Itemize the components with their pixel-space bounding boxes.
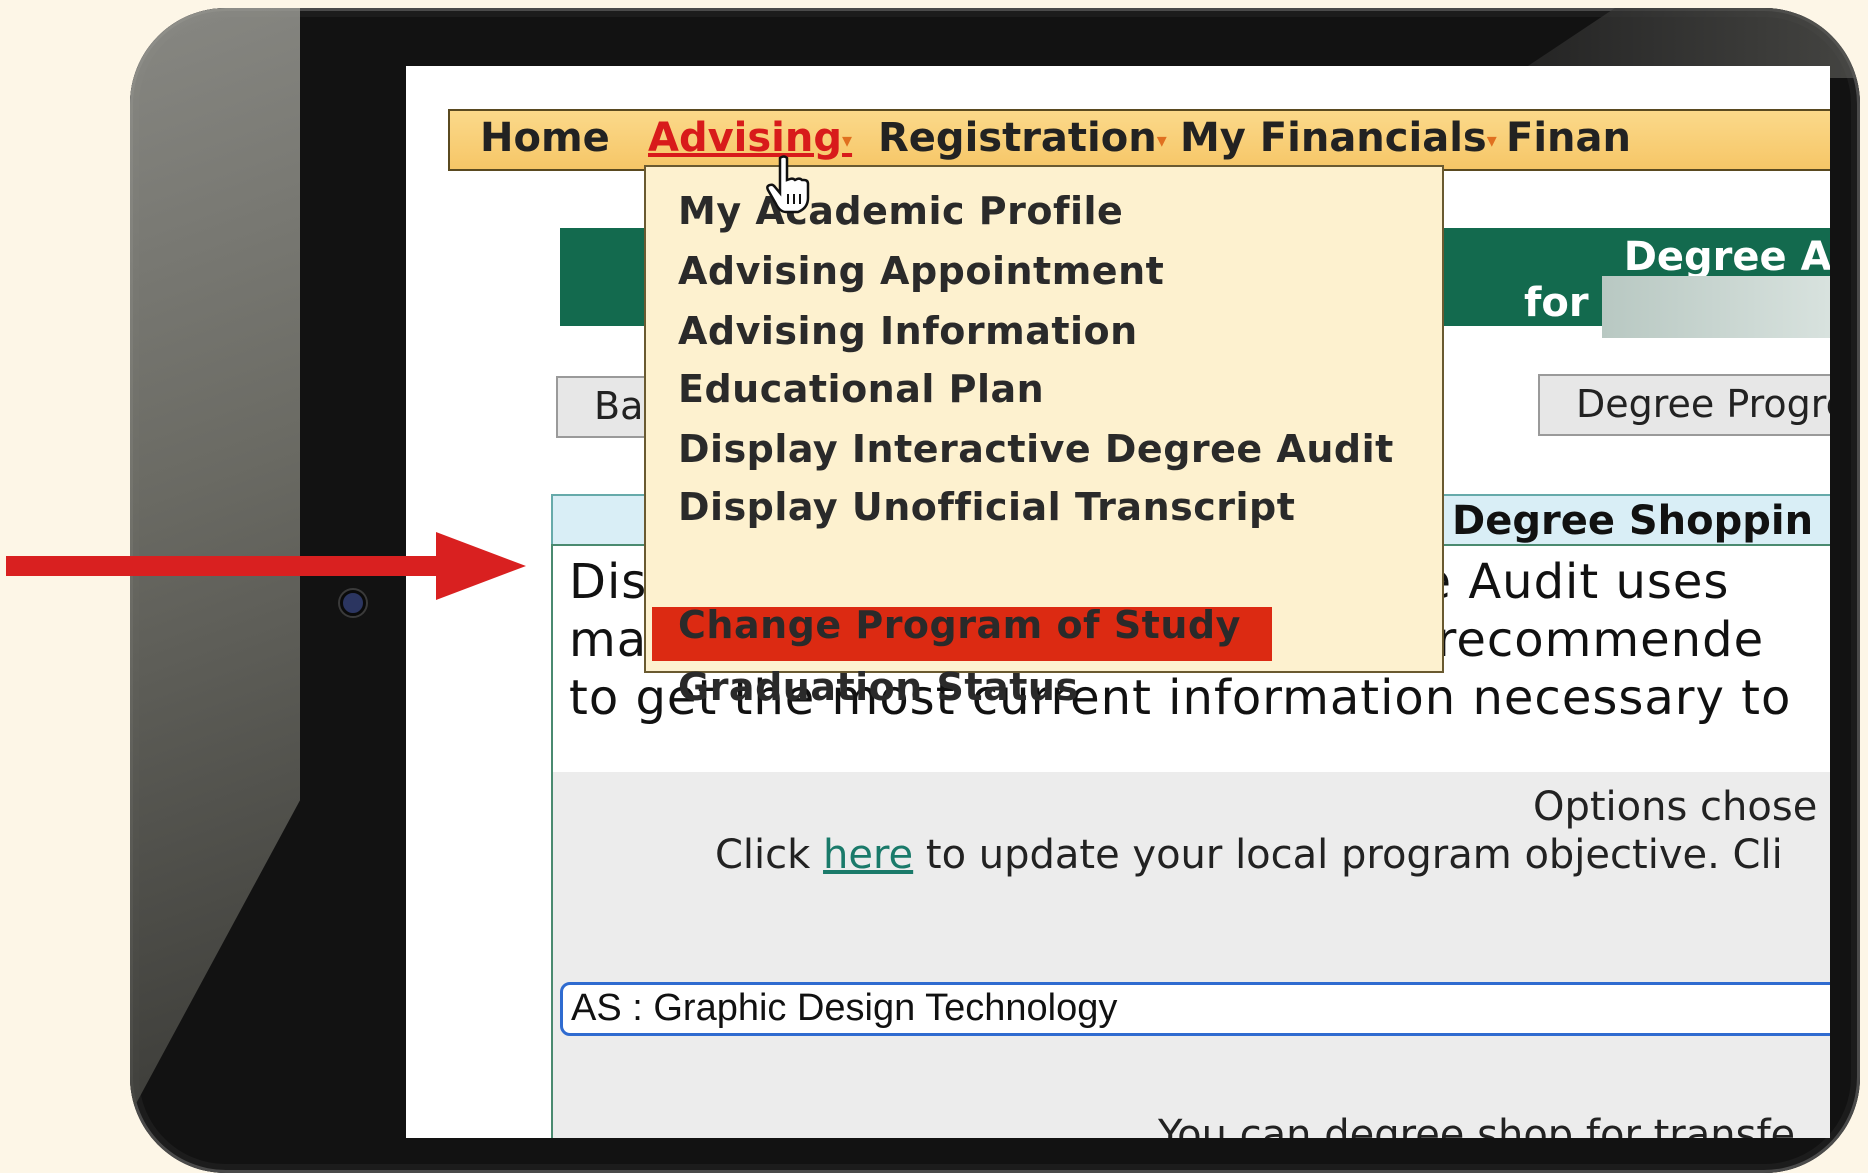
- screen: Home Advising▾ Registration▾ My Financia…: [406, 66, 1830, 1138]
- menu-item-display-degree-audit[interactable]: Display Interactive Degree Audit: [678, 427, 1394, 471]
- menu-item-my-academic-profile[interactable]: My Academic Profile: [678, 189, 1123, 233]
- chevron-down-icon: ▾: [1156, 128, 1167, 152]
- update-here-link[interactable]: here: [823, 832, 913, 878]
- desc-line2-right: y recommende: [1391, 612, 1765, 668]
- nav-advising[interactable]: Advising▾: [648, 115, 852, 161]
- menu-item-advising-information[interactable]: Advising Information: [678, 309, 1138, 353]
- desc-line1-left: Dis: [569, 554, 648, 610]
- nav-advising-label: Advising: [648, 115, 843, 161]
- chevron-down-icon: ▾: [842, 128, 853, 152]
- menu-item-educational-plan[interactable]: Educational Plan: [678, 367, 1044, 411]
- chevron-down-icon: ▾: [1486, 128, 1497, 152]
- update-objective-text: Click here to update your local program …: [715, 832, 1783, 878]
- nav-registration[interactable]: Registration▾: [878, 115, 1167, 161]
- degree-shopping-title: Degree Shoppin: [1452, 498, 1814, 544]
- nav-registration-label: Registration: [878, 115, 1157, 161]
- menu-item-graduation-status[interactable]: Graduation Status: [678, 665, 1079, 709]
- menu-item-change-program-of-study[interactable]: Change Program of Study: [678, 603, 1241, 647]
- redacted-student-name: [1602, 276, 1830, 338]
- home-button-icon[interactable]: [1858, 556, 1860, 650]
- advising-dropdown-menu: My Academic Profile Advising Appointment…: [644, 165, 1444, 709]
- transfer-text: You can degree shop for transfe: [1158, 1112, 1796, 1138]
- banner-title: Degree Au: [1623, 234, 1830, 280]
- menu-item-advising-appointment[interactable]: Advising Appointment: [678, 249, 1164, 293]
- degree-progress-button[interactable]: Degree Progre: [1538, 374, 1830, 436]
- hand-pointer-icon: [766, 155, 810, 214]
- program-of-study-select[interactable]: AS : Graphic Design Technology: [560, 982, 1830, 1036]
- nav-home[interactable]: Home: [480, 115, 610, 161]
- desc-line2-left: ma: [569, 612, 648, 668]
- options-chosen-label: Options chose: [1533, 784, 1818, 830]
- options-area: Options chose Click here to update your …: [551, 772, 1830, 1138]
- red-arrow-icon: [6, 532, 526, 600]
- update-prefix: Click: [715, 832, 824, 878]
- nav-financial-aid[interactable]: Finan: [1506, 115, 1631, 161]
- menu-item-unofficial-transcript[interactable]: Display Unofficial Transcript: [678, 485, 1295, 529]
- banner-for-label: for: [1524, 280, 1589, 326]
- top-nav: Home Advising▾ Registration▾ My Financia…: [448, 109, 1830, 171]
- nav-my-financials[interactable]: My Financials▾: [1180, 115, 1497, 161]
- nav-my-financials-label: My Financials: [1180, 115, 1487, 161]
- update-suffix: to update your local program objective. …: [913, 832, 1783, 878]
